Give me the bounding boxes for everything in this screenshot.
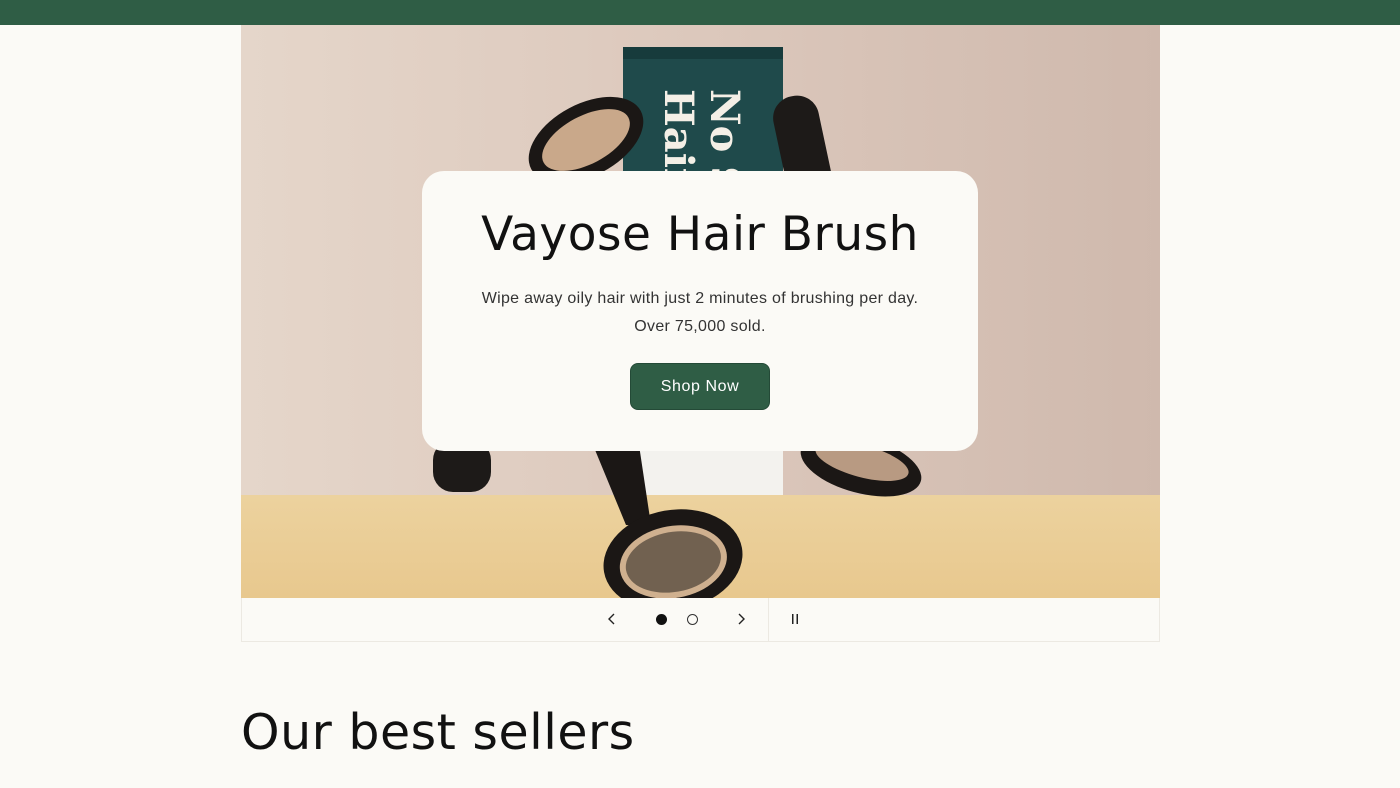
- next-slide-button[interactable]: [727, 598, 755, 640]
- best-sellers-title: Our best sellers: [241, 704, 635, 761]
- slide-dot-1[interactable]: [656, 614, 667, 625]
- announcement-bar: [0, 0, 1400, 25]
- pause-icon: [792, 614, 798, 624]
- pause-slideshow-button[interactable]: [781, 598, 809, 640]
- controls-divider: [768, 598, 769, 641]
- hero-title: Vayose Hair Brush: [481, 207, 919, 262]
- shop-now-button[interactable]: Shop Now: [630, 363, 770, 410]
- hero-description-line2: Over 75,000 sold.: [634, 318, 766, 335]
- hero-content-card: Vayose Hair Brush Wipe away oily hair wi…: [422, 171, 978, 451]
- hero-slideshow: No S Hair Vayose Hair Brush Wipe away oi…: [241, 25, 1160, 598]
- chevron-right-icon: [738, 613, 745, 625]
- previous-slide-button[interactable]: [598, 598, 626, 640]
- hero-description-line1: Wipe away oily hair with just 2 minutes …: [481, 290, 919, 307]
- slider-controls: [241, 598, 1160, 642]
- chevron-left-icon: [608, 613, 615, 625]
- slide-dot-2[interactable]: [687, 614, 698, 625]
- hero-description: Wipe away oily hair with just 2 minutes …: [422, 285, 978, 341]
